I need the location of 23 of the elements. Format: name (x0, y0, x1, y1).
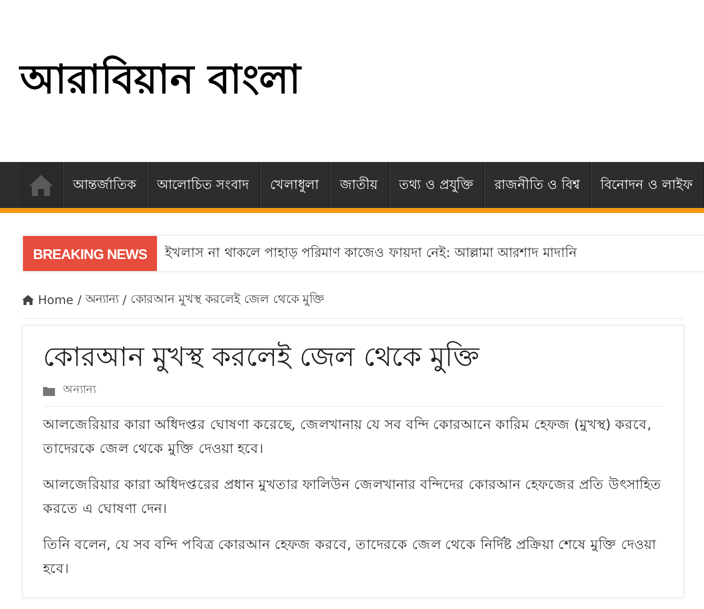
category-link[interactable]: অন্যান্য (63, 381, 96, 400)
nav-item[interactable]: জাতীয় (330, 162, 390, 208)
home-icon (22, 295, 34, 305)
breaking-news-label: BREAKING NEWS (23, 236, 158, 271)
breadcrumb-separator: / (122, 293, 127, 307)
article-title: কোরআন মুখস্থ করলেই জেল থেকে মুক্তি (43, 340, 481, 376)
breadcrumb-separator: / (77, 293, 82, 307)
nav-item[interactable]: আলোচিত সংবাদ (147, 162, 260, 208)
nav-item[interactable]: তথ্য ও প্রযুক্তি (389, 162, 484, 208)
breadcrumb-link[interactable]: অন্যান্য (85, 290, 118, 310)
nav-item[interactable]: রাজনীতি ও বিশ্ব (484, 162, 591, 208)
site-logo[interactable]: আরাবিয়ান বাংলা (20, 48, 301, 114)
folder-icon (43, 386, 55, 396)
article-paragraph: তিনি বলেন, যে সব বন্দি পবিত্র কোরআন হেফজ করবে, তাদেরকে জেল থেকে নির্দিষ্ট প্রক্রিয়া শেষে মুক্তি দেওয়া হবে। (43, 536, 658, 580)
nav-item[interactable]: বিনোদন ও লাইফ (590, 162, 704, 208)
breadcrumb-current: কোরআন মুখস্থ করলেই জেল থেকে মুক্তি (130, 291, 325, 308)
article-paragraph: আলজেরিয়ার কারা অধিদপ্তরের প্রধান মুখতার ফালিউন জেলখানার বন্দিদের কোরআন হেফজের প্রতি উৎসাহিত করতে এ ঘোষণা দেন। (43, 475, 663, 520)
article-paragraph: আলজেরিয়ার কারা অধিদপ্তর ঘোষণা করেছে, জেলখানায় যে সব বন্দি কোরআনে কারিম হেফজ (মুখস্থ) করবে, তাদেরকে জেল থেকে মুক্তি দেওয়া হবে। (43, 416, 652, 460)
breadcrumb-link[interactable]: Home (38, 293, 74, 307)
house-icon (28, 173, 54, 197)
breaking-headline[interactable]: ইখলাস না থাকলে পাহাড় পরিমাণ কাজেও ফায়দা নেই: আল্লামা আরশাদ মাদানি (157, 243, 577, 264)
nav-item[interactable]: আন্তর্জাতিক (63, 162, 148, 208)
nav-item[interactable]: খেলাধুলা (260, 162, 330, 208)
